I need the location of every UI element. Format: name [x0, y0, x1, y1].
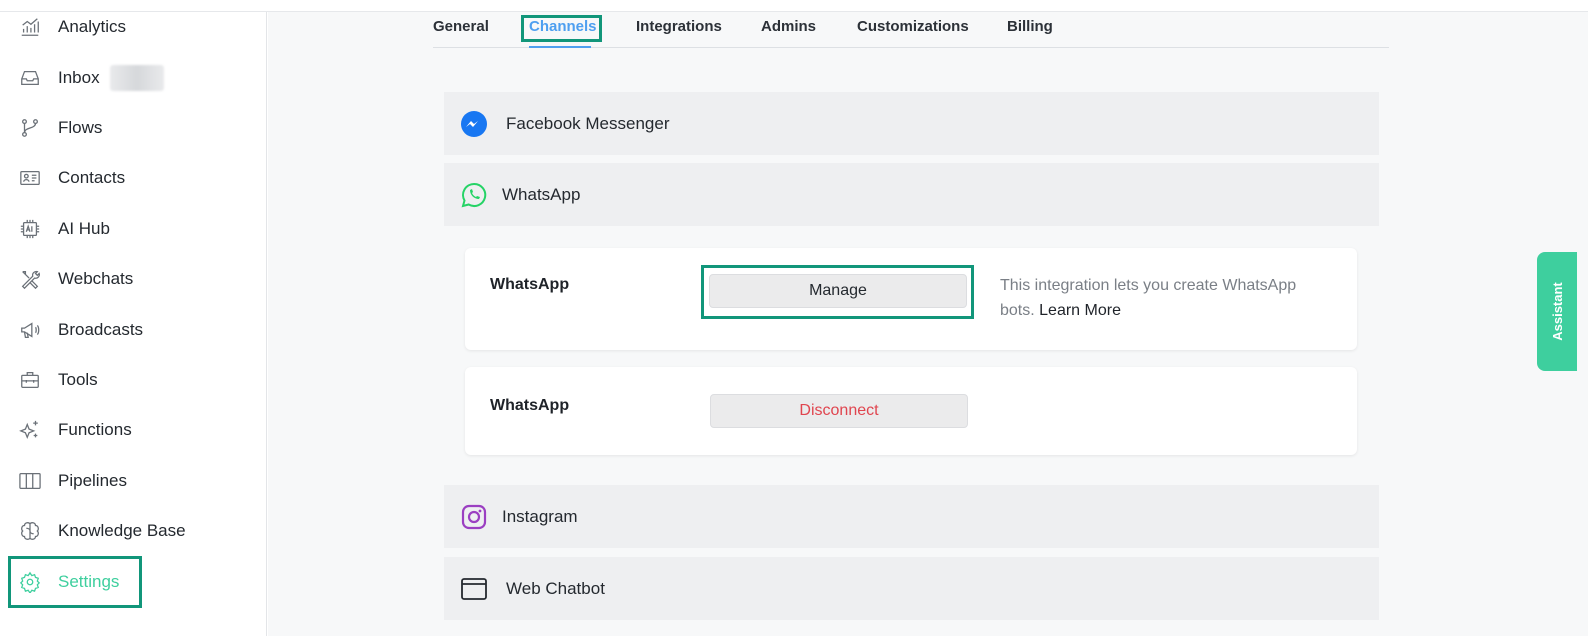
sidebar-item-ai-hub[interactable]: AI Hub: [0, 211, 267, 247]
sidebar-item-label: AI Hub: [58, 219, 110, 238]
inbox-icon: [18, 66, 42, 90]
integration-description: This integration lets you create WhatsAp…: [1000, 273, 1330, 323]
tab-general[interactable]: General: [433, 18, 489, 35]
sidebar-item-knowledge-base[interactable]: Knowledge Base: [0, 513, 267, 549]
toolbox-icon: [18, 368, 42, 392]
channel-label: Facebook Messenger: [506, 113, 670, 133]
highlight-box: [521, 15, 602, 42]
tools-icon: [18, 267, 42, 291]
sidebar-item-label: Contacts: [58, 168, 126, 187]
tab-billing[interactable]: Billing: [1007, 18, 1053, 35]
settings-main: General Channels Integrations Admins Cus…: [268, 12, 1588, 636]
channel-web-chatbot[interactable]: Web Chatbot: [444, 557, 1379, 620]
sidebar-item-functions[interactable]: Functions: [0, 412, 267, 448]
sidebar-item-analytics[interactable]: Analytics: [0, 9, 267, 45]
assistant-tab[interactable]: Assistant: [1537, 252, 1577, 371]
sidebar-item-label: Tools: [58, 370, 98, 389]
channel-label: WhatsApp: [502, 184, 581, 204]
tab-integrations[interactable]: Integrations: [636, 18, 722, 35]
messenger-icon: [460, 110, 488, 138]
gear-icon: [18, 570, 42, 594]
settings-tabs: General Channels Integrations Admins Cus…: [433, 12, 1389, 48]
assistant-label: Assistant: [1549, 282, 1565, 341]
card-title: WhatsApp: [490, 276, 570, 293]
sidebar-item-label: Analytics: [58, 17, 127, 36]
tab-customizations[interactable]: Customizations: [857, 18, 969, 35]
disconnect-button[interactable]: Disconnect: [710, 394, 968, 428]
sidebar-item-pipelines[interactable]: Pipelines: [0, 463, 267, 499]
sidebar-item-label: Functions: [58, 420, 132, 439]
columns-icon: [18, 469, 42, 493]
whatsapp-disconnect-card: WhatsApp Disconnect: [465, 367, 1357, 455]
sidebar-item-flows[interactable]: Flows: [0, 110, 267, 146]
manage-button[interactable]: Manage: [709, 274, 967, 308]
channel-instagram[interactable]: Instagram: [444, 485, 1379, 548]
analytics-icon: [18, 15, 42, 39]
sidebar-item-label: Pipelines: [58, 471, 127, 490]
inbox-count-badge: [110, 65, 164, 91]
sidebar: Analytics Inbox Flows Contacts AI Hub We…: [0, 12, 267, 636]
sidebar-item-label: Knowledge Base: [58, 521, 186, 540]
tab-admins[interactable]: Admins: [761, 18, 816, 35]
active-tab-underline: [529, 46, 591, 48]
channel-label: Web Chatbot: [506, 578, 605, 598]
sidebar-item-label: Inbox: [58, 68, 100, 87]
sparkles-icon: [18, 418, 42, 442]
megaphone-icon: [18, 318, 42, 342]
sidebar-item-contacts[interactable]: Contacts: [0, 160, 267, 196]
channel-facebook-messenger[interactable]: Facebook Messenger: [444, 92, 1379, 155]
sidebar-item-tools[interactable]: Tools: [0, 362, 267, 398]
card-title: WhatsApp: [490, 397, 570, 414]
contacts-icon: [18, 166, 42, 190]
channel-label: Instagram: [502, 506, 578, 526]
channel-whatsapp[interactable]: WhatsApp: [444, 163, 1379, 226]
brain-icon: [18, 519, 42, 543]
sidebar-item-broadcasts[interactable]: Broadcasts: [0, 312, 267, 348]
learn-more-link[interactable]: Learn More: [1039, 302, 1121, 319]
sidebar-item-webchats[interactable]: Webchats: [0, 261, 267, 297]
sidebar-item-label: Broadcasts: [58, 320, 144, 339]
sidebar-item-label: Flows: [58, 118, 103, 137]
sidebar-item-label: Settings: [58, 572, 120, 591]
sidebar-item-settings[interactable]: Settings: [0, 556, 267, 608]
instagram-icon: [460, 503, 488, 531]
sidebar-item-inbox[interactable]: Inbox: [0, 60, 267, 96]
browser-window-icon: [460, 575, 488, 603]
whatsapp-manage-card: WhatsApp Manage This integration lets yo…: [465, 248, 1357, 350]
flows-icon: [18, 116, 42, 140]
ai-chip-icon: [18, 217, 42, 241]
sidebar-item-label: Webchats: [58, 269, 134, 288]
whatsapp-icon: [460, 181, 488, 209]
